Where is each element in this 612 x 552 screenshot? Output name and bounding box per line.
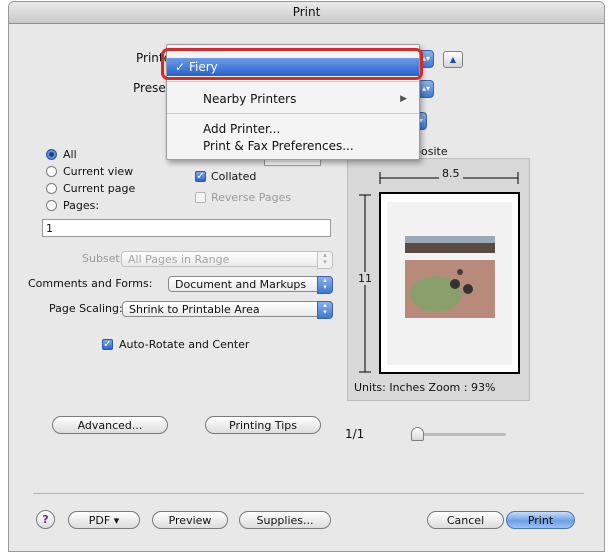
menu-separator	[167, 113, 419, 114]
collated-label: Collated	[211, 170, 257, 183]
divider	[33, 493, 584, 494]
page-preview-graphic	[359, 172, 520, 374]
subset-popup[interactable]: All Pages in Range ▴ ▾	[121, 251, 333, 269]
menu-item-nearby-printers[interactable]: Nearby Printers ▶	[167, 90, 419, 108]
units-zoom-label: Units: Inches Zoom : 93%	[354, 381, 496, 394]
print-button[interactable]: Print	[506, 511, 575, 529]
page-indicator: 1/1	[345, 427, 365, 441]
radio-all-label: All	[63, 148, 77, 161]
radio-current-page-label: Current page	[63, 182, 136, 195]
auto-rotate-checkbox[interactable]: ✓	[102, 339, 113, 350]
reverse-pages-checkbox[interactable]	[195, 192, 206, 203]
menu-separator	[167, 81, 419, 82]
checkmark-icon: ✓	[103, 339, 112, 350]
popup-arrows-icon: ▴ ▾	[317, 251, 333, 269]
radio-current-view[interactable]	[46, 166, 57, 177]
presets-popup-arrows[interactable]: ▴▾	[418, 80, 434, 98]
page-scaling-value: Shrink to Printable Area	[129, 303, 260, 316]
comments-forms-popup[interactable]: Document and Markups ▴ ▾	[168, 276, 333, 294]
radio-pages-label: Pages:	[63, 199, 100, 212]
subset-value: All Pages in Range	[128, 253, 230, 266]
page-scaling-popup[interactable]: Shrink to Printable Area ▴ ▾	[122, 301, 333, 319]
radio-current-view-label: Current view	[63, 165, 134, 178]
menu-item-nearby-label: Nearby Printers	[203, 92, 297, 106]
preview-width-label: 8.5	[439, 167, 463, 180]
auto-rotate-label: Auto-Rotate and Center	[119, 338, 250, 351]
popup-arrows-icon: ▴ ▾	[317, 301, 333, 319]
comments-forms-value: Document and Markups	[175, 278, 307, 291]
popup-arrows-icon: ▴ ▾	[317, 276, 333, 294]
collated-checkbox[interactable]: ✓	[195, 171, 206, 182]
checkmark-icon: ✓	[196, 171, 205, 182]
reverse-pages-label: Reverse Pages	[211, 191, 292, 204]
subset-label: Subset:	[82, 252, 124, 265]
highlight-annotation	[161, 48, 423, 80]
printing-tips-button[interactable]: Printing Tips	[205, 416, 321, 434]
preview-button[interactable]: Preview	[152, 511, 228, 529]
preview-height-label: 11	[358, 272, 372, 285]
menu-item-print-fax-prefs[interactable]: Print & Fax Preferences...	[167, 137, 419, 155]
radio-current-page[interactable]	[46, 183, 57, 194]
page-scaling-label: Page Scaling:	[49, 302, 123, 315]
radio-pages[interactable]	[46, 200, 57, 211]
cancel-button[interactable]: Cancel	[427, 511, 504, 529]
triangle-up-icon: ▲	[449, 55, 457, 64]
menu-item-add-printer[interactable]: Add Printer...	[167, 120, 419, 138]
help-icon: ?	[42, 513, 49, 526]
pages-range-field[interactable]: 1	[42, 219, 331, 237]
window-title: Print	[9, 2, 604, 24]
radio-all[interactable]	[46, 149, 57, 160]
menu-item-print-fax-label: Print & Fax Preferences...	[203, 139, 354, 153]
submenu-arrow-icon: ▶	[400, 94, 407, 104]
help-button[interactable]: ?	[36, 510, 55, 529]
comments-forms-label: Comments and Forms:	[28, 277, 153, 290]
menu-item-add-printer-label: Add Printer...	[203, 122, 281, 136]
page-slider-track[interactable]	[413, 433, 506, 436]
pdf-menu-button[interactable]: PDF ▾	[68, 511, 140, 529]
advanced-button[interactable]: Advanced...	[52, 416, 168, 434]
page-preview-panel: 8.5 11 Units: Inches Zoom : 93%	[347, 158, 530, 401]
disclosure-triangle-button[interactable]: ▲	[443, 51, 463, 68]
page-slider-thumb[interactable]	[411, 427, 424, 441]
supplies-button[interactable]: Supplies...	[239, 511, 331, 529]
